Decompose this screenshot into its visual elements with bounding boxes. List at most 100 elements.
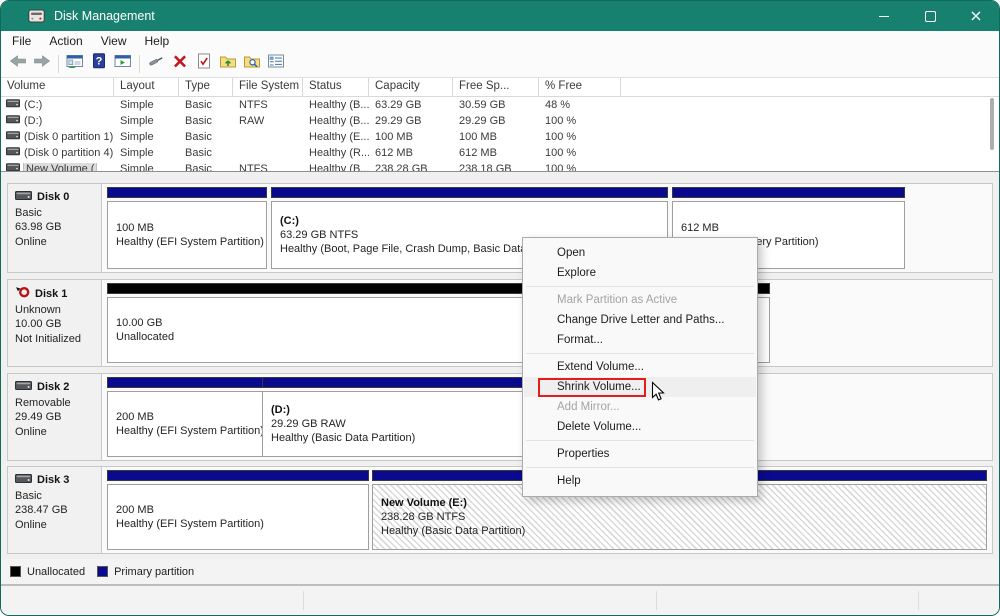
column-header-free-sp[interactable]: Free Sp...	[453, 78, 539, 96]
cell-type: Basic	[179, 163, 233, 172]
menu-separator	[526, 286, 754, 287]
disk-row-disk-1: Disk 1Unknown10.00 GBNot Initialized10.0…	[7, 279, 993, 367]
table-row[interactable]: (Disk 0 partition 4)SimpleBasicHealthy (…	[1, 145, 999, 161]
partition-line: Healthy (EFI System Partition)	[116, 517, 368, 531]
cell-type: Basic	[179, 131, 233, 143]
cell-layout: Simple	[114, 147, 179, 159]
cell-volume: (Disk 0 partition 4)	[1, 147, 114, 159]
column-header-free[interactable]: % Free	[539, 78, 621, 96]
partition-healthy-efi-system-partition[interactable]: 200 MBHealthy (EFI System Partition)	[107, 470, 369, 550]
table-row[interactable]: New Volume (SimpleBasicNTFSHealthy (B...…	[1, 161, 999, 172]
toolbar-rescan-button[interactable]	[144, 53, 168, 75]
partition-color-band	[107, 187, 267, 198]
toolbar-help-button[interactable]: ?	[87, 53, 111, 75]
toolbar-folder-export-button[interactable]	[216, 53, 240, 75]
disk-info-line: Not Initialized	[15, 333, 98, 345]
menu-separator	[526, 353, 754, 354]
disk-info-line: Online	[15, 236, 98, 248]
cell-free: 612 MB	[453, 147, 539, 159]
menu-file[interactable]: File	[3, 34, 40, 48]
minimize-button[interactable]	[861, 1, 907, 31]
close-button[interactable]: ×	[953, 1, 999, 31]
context-menu-item-shrink-volume[interactable]: Shrink Volume...	[524, 377, 756, 397]
disk-drive-icon	[15, 473, 32, 487]
maximize-button[interactable]	[907, 1, 953, 31]
context-menu-item-properties[interactable]: Properties	[524, 444, 756, 464]
action-pane-icon	[114, 53, 132, 74]
disk-name: Disk 3	[15, 473, 98, 487]
column-header-layout[interactable]: Layout	[114, 78, 179, 96]
disk-info-line: 29.49 GB	[15, 411, 98, 423]
volume-icon	[6, 99, 20, 111]
column-header-status[interactable]: Status	[303, 78, 369, 96]
menu-view[interactable]: View	[92, 34, 136, 48]
column-header-type[interactable]: Type	[179, 78, 233, 96]
disk-label-disk-1[interactable]: Disk 1Unknown10.00 GBNot Initialized	[8, 280, 102, 366]
disk-label-disk-2[interactable]: Disk 2Removable29.49 GBOnline	[8, 374, 102, 460]
cell-capacity: 29.29 GB	[369, 115, 453, 127]
context-menu-item-explore[interactable]: Explore	[524, 263, 756, 283]
table-row[interactable]: (C:)SimpleBasicNTFSHealthy (B...63.29 GB…	[1, 97, 999, 113]
toolbar-separator	[58, 55, 59, 73]
toolbar-delete-button[interactable]	[168, 53, 192, 75]
back-icon	[9, 53, 27, 74]
cell-layout: Simple	[114, 115, 179, 127]
disk-info-line: Removable	[15, 397, 98, 409]
cell-capacity: 238.28 GB	[369, 163, 453, 172]
toolbar-forward-button[interactable]	[30, 53, 54, 75]
table-row[interactable]: (Disk 0 partition 1)SimpleBasicHealthy (…	[1, 129, 999, 145]
context-menu-item-delete-volume[interactable]: Delete Volume...	[524, 417, 756, 437]
cell-free: 100 MB	[453, 131, 539, 143]
pane-splitter[interactable]	[1, 172, 999, 180]
cell-type: Basic	[179, 99, 233, 111]
partition-line: Healthy (Basic Data Partition)	[381, 524, 986, 538]
context-menu-item-open[interactable]: Open	[524, 243, 756, 263]
context-menu-item-format[interactable]: Format...	[524, 330, 756, 350]
volume-icon	[6, 147, 20, 159]
legend-label: Unallocated	[27, 566, 85, 578]
minimize-icon	[879, 16, 889, 17]
disk-label-disk-0[interactable]: Disk 0Basic63.98 GBOnline	[8, 184, 102, 272]
table-scrollbar[interactable]	[987, 98, 997, 168]
cell-volume: (D:)	[1, 115, 114, 127]
column-header-capacity[interactable]: Capacity	[369, 78, 453, 96]
partition-line: 100 MB	[116, 221, 266, 235]
legend-swatch	[97, 566, 108, 577]
column-header-file-system[interactable]: File System	[233, 78, 303, 96]
titlebar[interactable]: Disk Management ×	[1, 1, 999, 31]
cell-capacity: 612 MB	[369, 147, 453, 159]
toolbar-check-document-button[interactable]	[192, 53, 216, 75]
partition-body[interactable]: 100 MBHealthy (EFI System Partition)	[107, 201, 267, 269]
context-menu-item-help[interactable]: Help	[524, 471, 756, 491]
menu-action[interactable]: Action	[40, 34, 91, 48]
volume-name: (D:)	[24, 115, 42, 127]
forward-icon	[33, 53, 51, 74]
window-title: Disk Management	[54, 9, 155, 23]
context-menu-item-change-drive-letter-and-paths[interactable]: Change Drive Letter and Paths...	[524, 310, 756, 330]
toolbar-back-button[interactable]	[6, 53, 30, 75]
table-row[interactable]: (D:)SimpleBasicRAWHealthy (B...29.29 GB2…	[1, 113, 999, 129]
cell-pct: 48 %	[539, 99, 621, 111]
scrollbar-thumb[interactable]	[990, 98, 994, 150]
cell-fs: NTFS	[233, 163, 303, 172]
disk-drive-icon	[15, 380, 32, 394]
volume-icon	[6, 163, 20, 172]
menu-help[interactable]: Help	[136, 34, 179, 48]
disk-info-line: 63.98 GB	[15, 221, 98, 233]
disk-label-disk-3[interactable]: Disk 3Basic238.47 GBOnline	[8, 467, 102, 553]
partition-body[interactable]: 200 MBHealthy (EFI System Partition)	[107, 484, 369, 550]
volume-name: New Volume (	[24, 163, 96, 172]
disk-row-disk-3: Disk 3Basic238.47 GBOnline200 MBHealthy …	[7, 466, 993, 554]
disk-management-window: Disk Management × FileActionViewHelp ? V…	[0, 0, 1000, 616]
folder-export-icon	[219, 53, 237, 74]
toolbar-properties-button[interactable]	[264, 53, 288, 75]
toolbar-folder-search-button[interactable]	[240, 53, 264, 75]
context-menu-item-extend-volume[interactable]: Extend Volume...	[524, 357, 756, 377]
column-header-volume[interactable]: Volume	[1, 78, 114, 96]
context-menu: OpenExploreMark Partition as ActiveChang…	[522, 237, 758, 497]
volume-name: (Disk 0 partition 4)	[24, 147, 113, 159]
toolbar-action-pane-button[interactable]	[111, 53, 135, 75]
toolbar-console-tree-button[interactable]	[63, 53, 87, 75]
partition-healthy-efi-system-partition[interactable]: 100 MBHealthy (EFI System Partition)	[107, 187, 267, 269]
warning-icon	[15, 286, 30, 301]
